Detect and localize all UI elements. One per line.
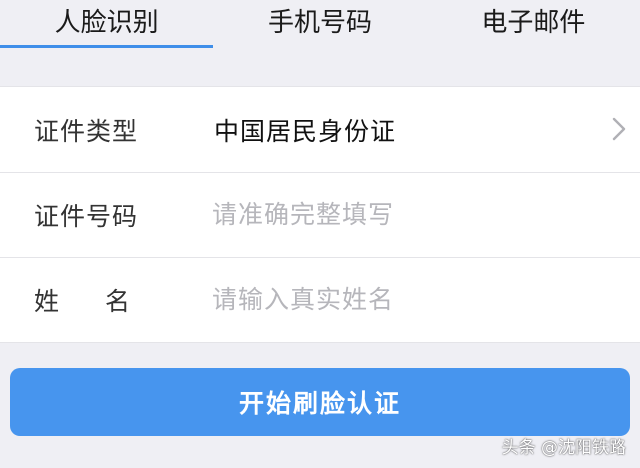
tab-label: 人脸识别 [54, 7, 159, 38]
chevron-right-icon [612, 117, 626, 141]
tab-email[interactable]: 电子邮件 [427, 0, 640, 48]
watermark: 头条 @沈阳铁路 [501, 438, 626, 458]
tab-active-indicator [0, 45, 214, 48]
start-face-verification-button[interactable]: 开始刷脸认证 [10, 368, 630, 436]
id-type-value: 中国居民身份证 [214, 116, 397, 146]
id-type-row[interactable]: 证件类型 中国居民身份证 [0, 87, 640, 172]
tab-phone-number[interactable]: 手机号码 [213, 0, 426, 48]
id-type-label: 证件类型 [34, 116, 139, 146]
name-input[interactable] [212, 275, 592, 323]
identity-form: 证件类型 中国居民身份证 证件号码 姓名 [0, 86, 640, 343]
id-number-label: 证件号码 [34, 201, 139, 231]
page: 人脸识别 手机号码 电子邮件 证件类型 中国居民身份证 证件号码 姓名 [0, 0, 640, 468]
tab-bar: 人脸识别 手机号码 电子邮件 [0, 0, 640, 48]
tab-face-recognition[interactable]: 人脸识别 [0, 0, 214, 48]
tab-indicator [427, 45, 640, 48]
name-row: 姓名 [0, 257, 640, 342]
id-number-input[interactable] [212, 190, 592, 238]
id-number-row: 证件号码 [0, 172, 640, 257]
tab-indicator [213, 45, 426, 48]
tab-label: 电子邮件 [481, 7, 586, 38]
tab-label: 手机号码 [267, 7, 372, 38]
name-label: 姓名 [34, 286, 177, 316]
